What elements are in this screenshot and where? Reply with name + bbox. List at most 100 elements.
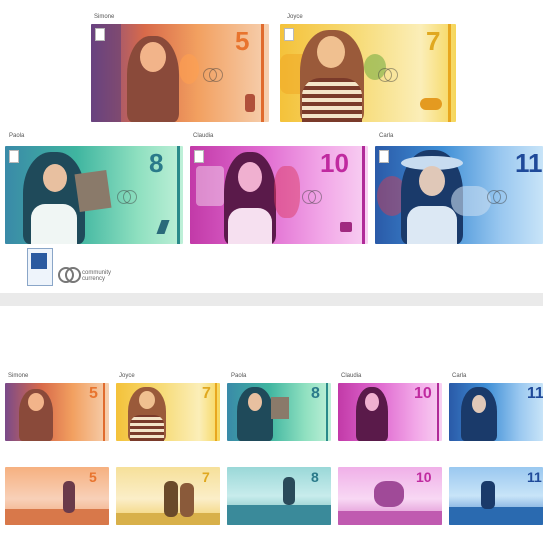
community-currency-logo: community currency	[58, 266, 118, 283]
striped-shirt	[302, 78, 362, 122]
design-board-bottom: Simone Joyce Paola Claudia Carla 5 7 8 1…	[0, 306, 543, 543]
denomination-simone: 5	[235, 26, 250, 56]
badge-icon	[284, 28, 294, 41]
security-stripe	[215, 383, 217, 441]
design-board-top: Simone 5 Joyce 7 Paola 8 Claudia 10 Carl…	[0, 0, 543, 293]
banknote-back-joyce[interactable]: 7	[116, 467, 220, 525]
face	[317, 36, 345, 68]
banknote-front-claudia[interactable]: 10	[338, 383, 442, 441]
denomination: 8	[311, 385, 320, 402]
landscape-scene	[338, 511, 442, 525]
currency-logo-icon	[308, 190, 322, 204]
shirt	[407, 206, 457, 244]
portrait	[461, 387, 497, 441]
portrait	[19, 389, 53, 441]
book-decor	[271, 397, 289, 419]
label-simone: Simone	[94, 14, 115, 20]
landscape-scene	[227, 505, 331, 525]
portrait-joyce	[300, 30, 364, 122]
security-stripe	[261, 24, 264, 122]
denomination: 7	[202, 469, 210, 485]
label-claudia: Claudia	[193, 133, 214, 139]
currency-logo-icon	[209, 68, 223, 82]
security-stripe	[326, 383, 328, 441]
face	[238, 162, 262, 192]
security-stripe	[437, 383, 439, 441]
bicycle-icon	[420, 98, 442, 110]
label-joyce: Joyce	[119, 373, 135, 379]
banknote-back-claudia[interactable]: 10	[338, 467, 442, 525]
portrait-simone	[127, 36, 179, 122]
banknote-front-carla[interactable]: 11	[449, 383, 543, 441]
banknote-back-carla[interactable]: 11	[449, 467, 543, 525]
denomination: 10	[416, 469, 432, 485]
label-joyce: Joyce	[287, 14, 303, 20]
cat-decor	[451, 186, 491, 216]
label-carla: Carla	[379, 133, 394, 139]
banknote-carla[interactable]: 11	[375, 146, 543, 244]
logo-text: community currency	[82, 270, 112, 282]
banknote-simone[interactable]: 5	[91, 24, 269, 122]
face	[139, 391, 155, 409]
walker-icon	[245, 94, 255, 112]
banknote-front-simone[interactable]: 5	[5, 383, 109, 441]
banknote-claudia[interactable]: 10	[190, 146, 368, 244]
denomination: 11	[527, 469, 542, 485]
person-figure	[481, 481, 495, 509]
face	[28, 393, 44, 411]
label-paola: Paola	[9, 133, 25, 139]
label-claudia: Claudia	[341, 373, 362, 379]
currency-logo-icon	[493, 190, 507, 204]
denomination: 8	[311, 469, 319, 485]
person-figure	[180, 483, 194, 517]
security-stripe	[448, 24, 451, 122]
portrait	[356, 387, 388, 441]
book-decor	[74, 169, 112, 213]
label-paola: Paola	[231, 373, 247, 379]
badge-icon	[379, 150, 389, 163]
crest-icon	[31, 253, 47, 269]
denomination: 10	[414, 385, 432, 402]
banknote-front-joyce[interactable]: 7	[116, 383, 220, 441]
badge-icon	[9, 150, 19, 163]
banknote-joyce[interactable]: 7	[280, 24, 456, 122]
face	[248, 393, 262, 411]
denomination-claudia: 10	[320, 148, 349, 178]
portrait-paola	[23, 152, 85, 244]
denomination: 7	[202, 385, 211, 402]
person-figure	[63, 481, 75, 513]
striped-shirt	[130, 415, 164, 441]
face	[43, 164, 67, 192]
currency-logo-icon	[65, 267, 81, 283]
shirt	[228, 208, 272, 244]
banknote-back-simone[interactable]: 5	[5, 467, 109, 525]
currency-logo-icon	[123, 190, 137, 204]
security-stripe	[362, 146, 365, 244]
badge-icon	[194, 150, 204, 163]
currency-logo-icon	[384, 68, 398, 82]
denomination-paola: 8	[149, 148, 164, 178]
portrait	[128, 387, 166, 441]
banknote-paola[interactable]: 8	[5, 146, 183, 244]
security-stripe	[177, 146, 180, 244]
pen-icon	[156, 220, 170, 234]
white-shirt	[31, 204, 77, 244]
denomination-carla: 11	[515, 148, 543, 178]
sewing-icon	[340, 222, 352, 232]
banknote-back-paola[interactable]: 8	[227, 467, 331, 525]
denomination: 5	[89, 469, 97, 485]
banknote-front-paola[interactable]: 8	[227, 383, 331, 441]
landscape-scene	[5, 509, 109, 525]
flower-decor	[179, 54, 199, 84]
face	[365, 393, 379, 411]
face	[419, 166, 445, 196]
sea-scene	[449, 507, 543, 525]
flag-decor	[196, 166, 224, 206]
denomination-joyce: 7	[426, 26, 441, 56]
person-figure	[374, 481, 404, 507]
denomination: 5	[89, 385, 98, 402]
municipality-logo	[27, 248, 53, 286]
label-carla: Carla	[452, 373, 467, 379]
face	[472, 395, 486, 413]
security-stripe	[103, 383, 105, 441]
